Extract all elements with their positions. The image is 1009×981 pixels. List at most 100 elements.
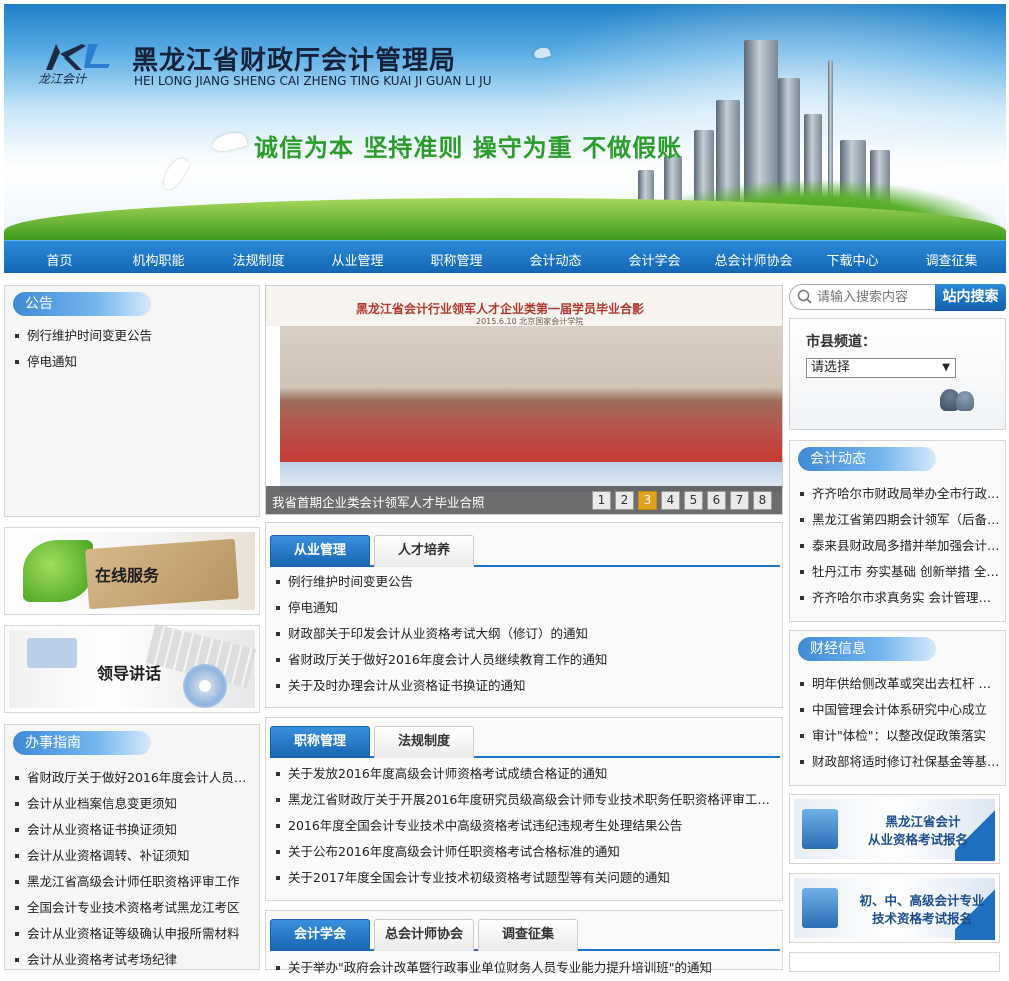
finance-list: 明年供给侧改革或突出去杠杆 货币政策 中国管理会计体系研究中心成立 审计"体检"… [798, 671, 1000, 775]
search-icon [797, 289, 812, 304]
nav-cfo-association[interactable]: 总会计师协会 [704, 250, 803, 269]
dove-icon [159, 155, 191, 193]
list-item[interactable]: 会计从业档案信息变更须知 [13, 791, 251, 817]
list-item[interactable]: 例行维护时间变更公告 [274, 569, 774, 595]
practice-panel: 从业管理 人才培养 例行维护时间变更公告 停电通知 财政部关于印发会计从业资格考… [265, 522, 783, 708]
group-photo [280, 326, 782, 462]
pager-button[interactable]: 4 [661, 491, 680, 510]
photo-banner-text: 黑龙江省会计行业领军人才企业类第一届学员毕业合影 [356, 302, 645, 316]
list-item[interactable]: 关于2017年度全国会计专业技术初级资格考试题型等有关问题的通知 [274, 865, 774, 891]
list-item[interactable]: 关于及时办理会计从业资格证书换证的通知 [274, 673, 774, 699]
leaf-icon [23, 540, 93, 602]
tab-talent[interactable]: 人才培养 [374, 535, 474, 567]
society-panel: 会计学会 总会计师协会 调查征集 关于举办"政府会计改革暨行政事业单位财务人员专… [265, 910, 783, 975]
notice-title: 公告 [13, 292, 151, 316]
tab-cfo-association[interactable]: 总会计师协会 [374, 919, 474, 951]
tab-survey[interactable]: 调查征集 [478, 919, 578, 951]
list-item[interactable]: 泰来县财政局多措并举加强会计管理 [798, 533, 1000, 559]
list-item[interactable]: 省财政厅关于做好2016年度会计人员继续教育工作的通知 [13, 765, 251, 791]
news-list: 齐齐哈尔市财政局举办全市行政事业单位会计人员培训班 黑龙江省第四期会计领军（后备… [798, 481, 1000, 611]
guide-title: 办事指南 [13, 731, 151, 755]
header-banner: 龙江会计 黑龙江省财政厅会计管理局 HEI LONG JIANG SHENG C… [4, 4, 1006, 240]
list-item[interactable]: 例行维护时间变更公告 [13, 323, 251, 349]
practice-tabs: 从业管理 人才培养 [270, 533, 780, 567]
tab-society[interactable]: 会计学会 [270, 919, 370, 951]
leader-speech-banner[interactable]: 领导讲话 [4, 624, 260, 713]
nav-functions[interactable]: 机构职能 [109, 250, 208, 269]
list-item[interactable]: 停电通知 [13, 349, 251, 375]
list-item[interactable]: 会计从业资格证书换证须知 [13, 817, 251, 843]
list-item[interactable]: 2016年度全国会计专业技术中高级资格考试违纪违规考生处理结果公告 [274, 813, 774, 839]
list-item[interactable]: 明年供给侧改革或突出去杠杆 货币政策 [798, 671, 1000, 697]
list-item[interactable]: 关于举办"政府会计改革暨行政事业单位财务人员专业能力提升培训班"的通知 [274, 955, 774, 981]
search-button[interactable]: 站内搜索 [935, 284, 1006, 311]
title-panel: 职称管理 法规制度 关于发放2016年度高级会计师资格考试成绩合格证的通知 黑龙… [265, 717, 783, 901]
list-item[interactable]: 全国会计专业技术资格考试黑龙江考区 [13, 895, 251, 921]
list-item[interactable]: 财政部将适时修订社保基金等基金会计制度 [798, 749, 1000, 775]
pager-button[interactable]: 7 [730, 491, 749, 510]
practice-exam-banner[interactable]: 黑龙江省会计 从业资格考试报名 [789, 794, 1000, 864]
guide-box: 办事指南 省财政厅关于做好2016年度会计人员继续教育工作的通知 会计从业档案信… [4, 724, 260, 970]
list-item[interactable]: 关于公布2016年度高级会计师任职资格考试合格标准的通知 [274, 839, 774, 865]
nav-home[interactable]: 首页 [10, 250, 109, 269]
pager-button[interactable]: 5 [684, 491, 703, 510]
list-item[interactable]: 齐齐哈尔市财政局举办全市行政事业单位会计人员培训班 [798, 481, 1000, 507]
list-item[interactable]: 会计从业资格考试考场纪律 [13, 947, 251, 973]
pager-button[interactable]: 8 [753, 491, 772, 510]
pager-button[interactable]: 2 [615, 491, 634, 510]
list-item[interactable]: 省财政厅关于做好2016年度会计人员继续教育工作的通知 [274, 647, 774, 673]
tab-practice[interactable]: 从业管理 [270, 535, 370, 567]
nav-downloads[interactable]: 下载中心 [803, 250, 902, 269]
list-item[interactable]: 关于发放2016年度高级会计师资格考试成绩合格证的通知 [274, 761, 774, 787]
slogan: 诚信为本 坚持准则 操守为重 不做假账 [254, 134, 683, 162]
leader-speech-label: 领导讲话 [97, 664, 162, 683]
pager-button[interactable]: 1 [592, 491, 611, 510]
online-service-label: 在线服务 [95, 566, 160, 585]
online-service-banner[interactable]: 在线服务 [4, 527, 260, 615]
society-tabs: 会计学会 总会计师协会 调查征集 [270, 917, 780, 951]
chevron-down-icon: ▼ [942, 362, 950, 373]
nav-regulations[interactable]: 法规制度 [209, 250, 308, 269]
list-item[interactable]: 牡丹江市 夯实基础 创新举措 全面提升会计管理水平 [798, 559, 1000, 585]
pager-button-current[interactable]: 3 [638, 491, 657, 510]
slide-caption: 我省首期企业类会计领军人才毕业合照 [272, 495, 485, 510]
tab-titles[interactable]: 职称管理 [270, 726, 370, 758]
book-icon [802, 888, 838, 928]
next-banner[interactable] [789, 952, 1000, 972]
list-item[interactable]: 黑龙江省财政厅关于开展2016年度研究员级高级会计师专业技术职务任职资格评审工作… [274, 787, 774, 813]
city-channel-title: 市县频道： [806, 334, 876, 350]
list-item[interactable]: 黑龙江省第四期会计领军（后备）人才培养工程 [798, 507, 1000, 533]
city-select[interactable]: 请选择 ▼ [806, 358, 956, 378]
search-bar: 站内搜索 [789, 284, 1006, 312]
finance-box: 财经信息 明年供给侧改革或突出去杠杆 货币政策 中国管理会计体系研究中心成立 审… [789, 630, 1006, 786]
nav-society[interactable]: 会计学会 [605, 250, 704, 269]
exam2-line1: 初、中、高级会计专业 [859, 893, 985, 908]
guide-list: 省财政厅关于做好2016年度会计人员继续教育工作的通知 会计从业档案信息变更须知… [13, 765, 251, 973]
disc-icon [183, 664, 227, 708]
nav-survey[interactable]: 调查征集 [902, 250, 1001, 269]
photo-slider[interactable]: 黑龙江省会计行业领军人才企业类第一届学员毕业合影 2015.6.10 北京国家会… [265, 285, 783, 515]
list-item[interactable]: 会计从业资格证等级确认申报所需材料 [13, 921, 251, 947]
user-icon [956, 391, 974, 411]
pager-button[interactable]: 6 [707, 491, 726, 510]
device-icon [27, 638, 77, 668]
notice-box: 公告 例行维护时间变更公告 停电通知 [4, 285, 260, 517]
city-select-value: 请选择 [811, 360, 851, 375]
title-exam-banner[interactable]: 初、中、高级会计专业 技术资格考试报名 [789, 873, 1000, 943]
search-input[interactable] [817, 287, 935, 307]
tab-regulations[interactable]: 法规制度 [374, 726, 474, 758]
list-item[interactable]: 黑龙江省高级会计师任职资格评审工作 [13, 869, 251, 895]
list-item[interactable]: 齐齐哈尔市求真务实 会计管理服务工作 [798, 585, 1000, 611]
list-item[interactable]: 中国管理会计体系研究中心成立 [798, 697, 1000, 723]
list-item[interactable]: 审计"体检"：以整改促政策落实 [798, 723, 1000, 749]
title-tabs: 职称管理 法规制度 [270, 724, 780, 758]
list-item[interactable]: 停电通知 [274, 595, 774, 621]
nav-practice[interactable]: 从业管理 [308, 250, 407, 269]
dove-icon [210, 129, 248, 155]
list-item[interactable]: 财政部关于印发会计从业资格考试大纲（修订）的通知 [274, 621, 774, 647]
nav-news[interactable]: 会计动态 [506, 250, 605, 269]
nav-titles[interactable]: 职称管理 [407, 250, 506, 269]
list-item[interactable]: 会计从业资格调转、补证须知 [13, 843, 251, 869]
logo-text: 龙江会计 [38, 72, 87, 86]
site-pinyin: HEI LONG JIANG SHENG CAI ZHENG TING KUAI… [134, 74, 492, 88]
